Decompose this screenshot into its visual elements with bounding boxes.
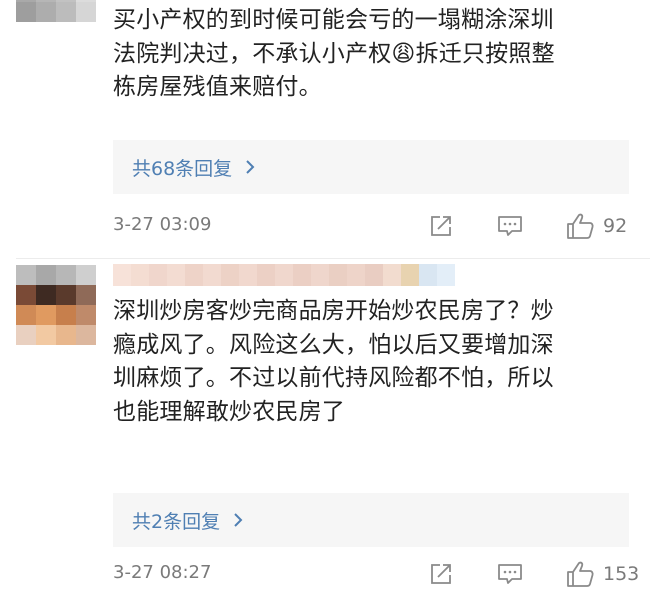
username-pixel (257, 264, 275, 286)
username-pixel (293, 264, 311, 286)
reply-button[interactable] (496, 560, 524, 588)
comment-time: 3-27 08:27 (113, 562, 212, 583)
avatar-pixel (76, 285, 96, 305)
username-pixel (275, 264, 293, 286)
like-count: 153 (603, 563, 640, 585)
divider (16, 258, 650, 259)
username-pixel (383, 264, 401, 286)
view-replies-button[interactable]: 共68条回复 (113, 140, 629, 194)
like-button[interactable]: 153 (565, 560, 639, 588)
replies-count-label: 共68条回复 (132, 157, 233, 180)
avatar-pixel (56, 325, 76, 345)
username-pixel (113, 264, 131, 286)
avatar-pixel (16, 305, 36, 325)
comment-meta: 3-27 03:09 92 (113, 212, 638, 240)
avatar-pixel (76, 305, 96, 325)
avatar-pixel (16, 285, 36, 305)
username-pixel (437, 264, 455, 286)
comment-time: 3-27 03:09 (113, 214, 212, 235)
avatar-pixel (36, 325, 56, 345)
share-icon (431, 216, 451, 236)
username-pixel (131, 264, 149, 286)
username-pixel (365, 264, 383, 286)
avatar-pixel (76, 2, 96, 22)
username-pixel (167, 264, 185, 286)
share-button[interactable] (429, 212, 456, 240)
comment-item: 深圳炒房客炒完商品房开始炒农民房了？炒 瘾成风了。风险这么大，怕以后又要增加深 … (0, 261, 650, 598)
avatar-pixel (16, 265, 36, 285)
avatar-pixel (56, 285, 76, 305)
username-pixel (149, 264, 167, 286)
avatar-pixel (16, 325, 36, 345)
avatar-pixel (56, 265, 76, 285)
avatar-pixel (76, 265, 96, 285)
avatar[interactable] (16, 0, 96, 22)
thumbs-up-icon (567, 213, 594, 239)
avatar-pixel (16, 2, 36, 22)
username-pixel (329, 264, 347, 286)
chevron-right-icon (234, 513, 243, 527)
username[interactable] (113, 264, 455, 286)
reply-button[interactable] (496, 212, 524, 240)
username-pixel (419, 264, 437, 286)
comment-text: 深圳炒房客炒完商品房开始炒农民房了？炒 瘾成风了。风险这么大，怕以后又要增加深 … (113, 298, 554, 425)
avatar-pixel (76, 325, 96, 345)
like-button[interactable]: 92 (565, 212, 627, 240)
username-pixel (401, 264, 419, 286)
avatar-pixel (36, 305, 56, 325)
comment-meta: 3-27 08:27 153 (113, 560, 639, 588)
comment-item: 买小产权的到时候可能会亏的一塌糊涂深圳 法院判决过，不承认小产权😩拆迁只按照整 … (0, 0, 650, 258)
avatar-pixel (36, 285, 56, 305)
reply-icon (498, 216, 522, 236)
chevron-right-icon (246, 160, 255, 174)
avatar-pixel (56, 2, 76, 22)
username-pixel (311, 264, 329, 286)
username-pixel (221, 264, 239, 286)
username-pixel (185, 264, 203, 286)
like-count: 92 (603, 215, 628, 237)
share-icon (431, 564, 451, 584)
thumbs-up-icon (567, 561, 594, 587)
username-pixel (239, 264, 257, 286)
share-button[interactable] (429, 560, 456, 588)
username-pixel (347, 264, 365, 286)
reply-icon (498, 564, 522, 584)
replies-count-label: 共2条回复 (132, 510, 221, 533)
avatar-pixel (56, 305, 76, 325)
avatar-pixel (36, 2, 56, 22)
view-replies-button[interactable]: 共2条回复 (113, 493, 629, 547)
avatar-pixel (36, 265, 56, 285)
comment-text: 买小产权的到时候可能会亏的一塌糊涂深圳 法院判决过，不承认小产权😩拆迁只按照整 … (113, 7, 555, 100)
username-pixel (203, 264, 221, 286)
avatar[interactable] (16, 265, 96, 345)
